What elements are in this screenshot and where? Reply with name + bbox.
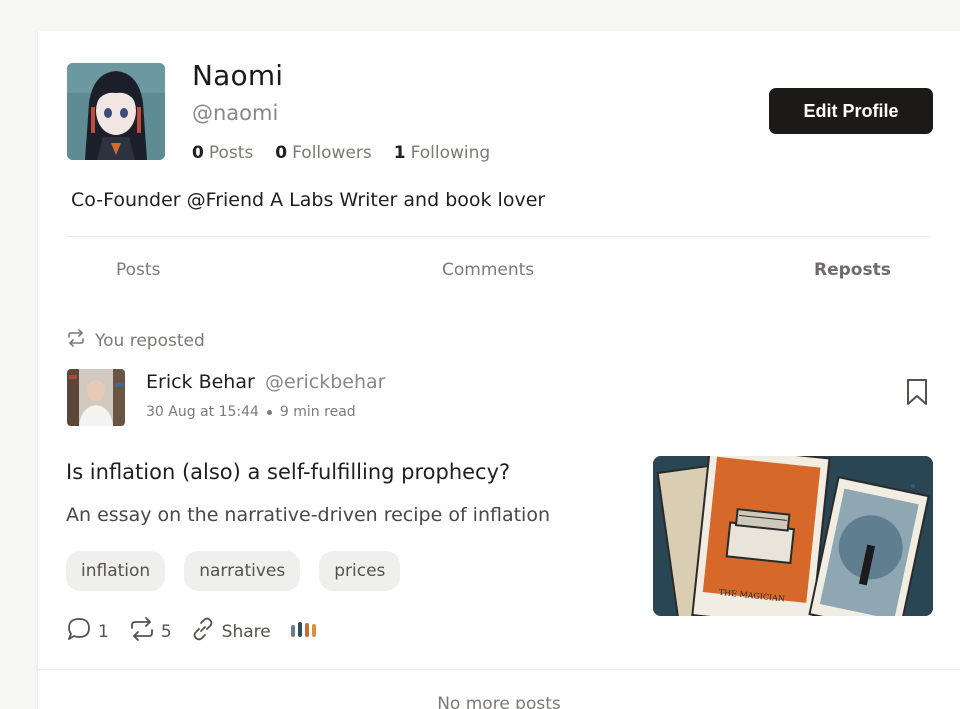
tab-posts[interactable]: Posts — [116, 260, 160, 280]
stat-posts[interactable]: 0 Posts — [192, 143, 253, 163]
stat-posts-count: 0 — [192, 143, 204, 163]
repost-action-icon — [129, 617, 155, 646]
end-of-feed-label: No more posts — [437, 694, 561, 709]
stat-followers-count: 0 — [275, 143, 288, 163]
repost-button[interactable]: 5 — [129, 617, 172, 646]
header-divider — [67, 236, 931, 237]
tag-inflation[interactable]: inflation — [66, 551, 166, 591]
post-thumbnail[interactable]: THE MAGICIAN — [653, 456, 933, 616]
post-title[interactable]: Is inflation (also) a self-fulfilling pr… — [66, 460, 510, 484]
share-label: Share — [221, 621, 271, 642]
stat-posts-label: Posts — [208, 143, 254, 163]
repost-count: 5 — [160, 621, 172, 642]
tab-reposts[interactable]: Reposts — [814, 260, 891, 280]
stat-following-count: 1 — [393, 143, 406, 163]
repost-icon — [66, 329, 86, 352]
comment-count: 1 — [98, 621, 109, 642]
stat-followers[interactable]: 0 Followers — [275, 143, 371, 163]
post-subtitle: An essay on the narrative-driven recipe … — [66, 504, 550, 526]
repost-indicator: You reposted — [66, 329, 205, 352]
stat-followers-label: Followers — [292, 143, 372, 163]
comment-button[interactable]: 1 — [66, 616, 109, 647]
stats-button[interactable] — [289, 619, 317, 644]
post-tags: inflation narratives prices — [66, 551, 401, 591]
post-date: 30 Aug at 15:44 — [146, 404, 259, 420]
post-actions: 1 5 Share — [66, 616, 317, 647]
repost-label: You reposted — [95, 330, 205, 351]
profile-stats: 0 Posts 0 Followers 1 Following — [192, 143, 490, 163]
stats-icon — [289, 619, 317, 644]
author-handle[interactable]: @erickbehar — [265, 371, 385, 393]
profile-name: Naomi — [192, 59, 284, 92]
stat-following-label: Following — [410, 143, 491, 163]
comment-icon — [66, 616, 92, 647]
tag-narratives[interactable]: narratives — [184, 551, 301, 591]
profile-bio: Co-Founder @Friend A Labs Writer and boo… — [71, 189, 546, 211]
profile-avatar[interactable] — [67, 63, 165, 160]
meta-separator — [266, 409, 272, 415]
feed-divider — [37, 669, 960, 670]
share-button[interactable]: Share — [190, 616, 271, 647]
profile-handle: @naomi — [192, 101, 279, 125]
share-icon — [190, 616, 216, 647]
stat-following[interactable]: 1 Following — [394, 143, 490, 163]
bookmark-icon[interactable] — [905, 378, 929, 406]
post-meta: 30 Aug at 15:44 9 min read — [146, 404, 356, 420]
author-avatar[interactable] — [67, 369, 125, 426]
author-name[interactable]: Erick Behar — [146, 371, 255, 393]
tag-prices[interactable]: prices — [319, 551, 401, 591]
tab-comments[interactable]: Comments — [442, 260, 534, 280]
edit-profile-button[interactable]: Edit Profile — [769, 88, 933, 134]
post-read-time: 9 min read — [279, 404, 356, 420]
